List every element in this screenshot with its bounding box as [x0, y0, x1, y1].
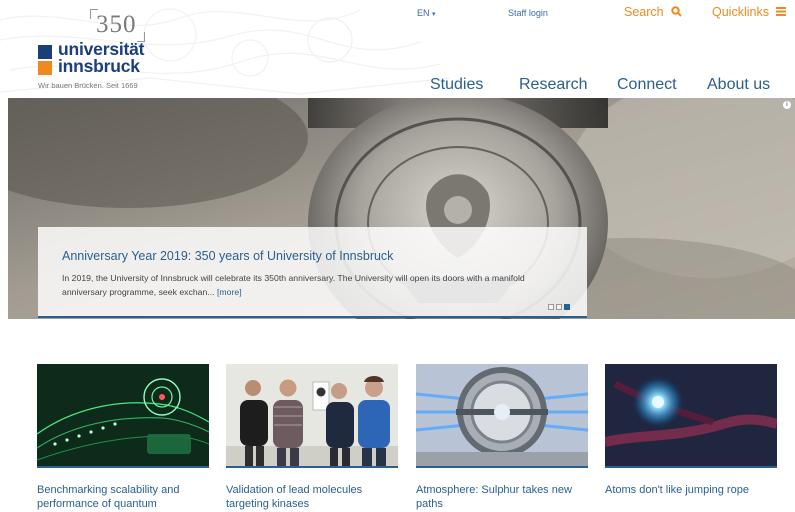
news-image-3[interactable] — [416, 364, 588, 468]
language-switcher[interactable]: EN ▾ — [417, 8, 436, 18]
atom-visualization-image — [605, 364, 777, 466]
nav-research[interactable]: Research — [519, 76, 587, 94]
hero-text: In 2019, the University of Innsbruck wil… — [62, 271, 572, 299]
language-label: EN — [417, 8, 430, 18]
hero-more-link[interactable]: [more] — [217, 287, 242, 297]
search-icon — [671, 6, 682, 17]
university-logo-squares[interactable] — [38, 45, 54, 76]
nav-studies[interactable]: Studies — [430, 76, 483, 94]
nav-about-us[interactable]: About us — [707, 76, 770, 94]
staff-login-link[interactable]: Staff login — [508, 8, 548, 18]
news-caption-4[interactable]: Atoms don't like jumping rope — [605, 483, 783, 497]
news-image-4[interactable] — [605, 364, 777, 468]
anniversary-350-logo[interactable]: 350 — [90, 9, 145, 42]
logo-name-line2: innsbruck — [58, 56, 140, 76]
slider-dot-1[interactable] — [548, 304, 554, 310]
nav-connect[interactable]: Connect — [617, 76, 677, 94]
news-image-1[interactable] — [37, 364, 209, 468]
hero-slider[interactable]: i Anniversary Year 2019: 350 years of Un… — [8, 98, 795, 319]
hero-title-link[interactable]: Anniversary Year 2019: 350 years of Univ… — [62, 249, 393, 263]
chevron-down-icon: ▾ — [432, 11, 436, 18]
news-caption-1[interactable]: Benchmarking scalability and performance… — [37, 483, 215, 511]
slider-dot-3-active[interactable] — [564, 304, 570, 310]
quicklinks-label: Quicklinks — [712, 5, 769, 19]
logo-tagline: Wir bauen Brücken. Seit 1669 — [38, 81, 138, 90]
news-caption-2[interactable]: Validation of lead molecules targeting k… — [226, 483, 404, 511]
search-label: Search — [624, 5, 664, 19]
hero-description: In 2019, the University of Innsbruck wil… — [62, 273, 525, 297]
quantum-network-image — [37, 364, 209, 466]
quicklinks-button[interactable]: Quicklinks — [712, 5, 787, 19]
slider-dots — [548, 304, 570, 310]
university-logo[interactable]: universität innsbruck — [58, 40, 145, 76]
news-caption-3[interactable]: Atmosphere: Sulphur takes new paths — [416, 483, 594, 511]
news-image-2[interactable] — [226, 364, 398, 468]
site-header: 350 universität innsbruck Wir bauen Brüc… — [0, 0, 795, 98]
info-icon[interactable]: i — [783, 101, 791, 109]
lab-chamber-image — [416, 364, 588, 466]
research-team-photo — [226, 364, 398, 466]
hamburger-icon — [776, 7, 787, 16]
search-button[interactable]: Search — [624, 5, 682, 19]
slider-dot-2[interactable] — [556, 304, 562, 310]
hero-caption-box: Anniversary Year 2019: 350 years of Univ… — [38, 227, 587, 318]
